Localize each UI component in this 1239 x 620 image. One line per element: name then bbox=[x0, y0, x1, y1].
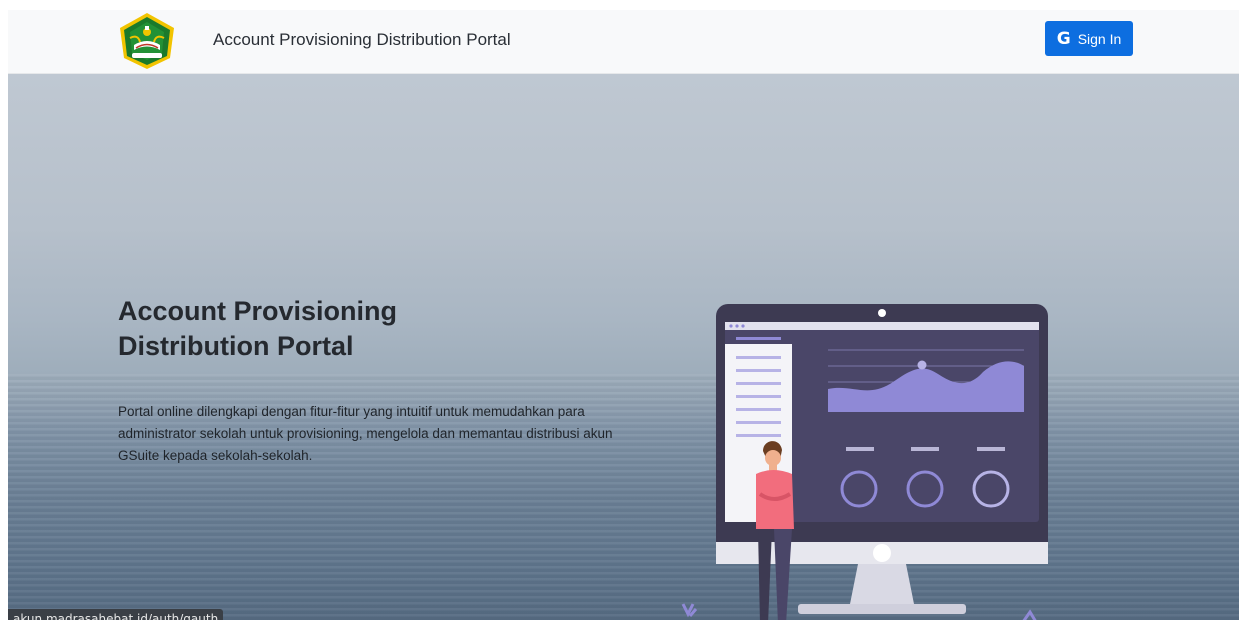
dashboard-illustration bbox=[681, 304, 1048, 620]
brand-title[interactable]: Account Provisioning Distribution Portal bbox=[213, 30, 511, 50]
google-g-icon: G bbox=[1056, 28, 1071, 49]
hero-title: Account Provisioning Distribution Portal bbox=[118, 296, 398, 361]
status-bar-url: akun.madrasahebat.id/auth/gauth bbox=[8, 609, 224, 620]
navbar: Account Provisioning Distribution Portal… bbox=[8, 10, 1239, 74]
sign-in-label: Sign In bbox=[1077, 30, 1122, 47]
ministry-emblem-icon[interactable] bbox=[116, 12, 178, 70]
hero-section: Account Provisioning Distribution Portal… bbox=[8, 74, 1239, 620]
google-sign-in-button[interactable]: G Sign In bbox=[1045, 21, 1133, 56]
hero-description: Portal online dilengkapi dengan fitur-fi… bbox=[118, 404, 613, 463]
page: Account Provisioning Distribution Portal… bbox=[8, 10, 1239, 620]
